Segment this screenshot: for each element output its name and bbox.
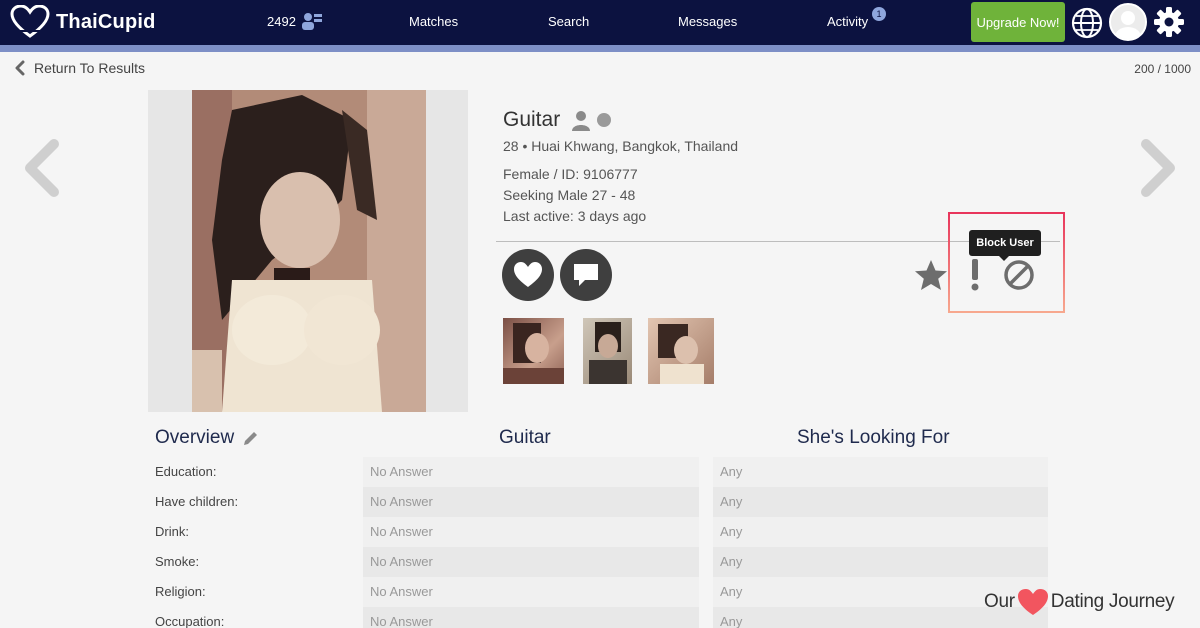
looking-for-title: She's Looking For [797, 427, 950, 448]
top-navbar: ThaiCupid 2492 Matches Search Messages A… [0, 0, 1200, 45]
brand-name: ThaiCupid [56, 10, 156, 33]
photo-thumbnail-1[interactable] [503, 318, 564, 384]
result-position: 200 / 1000 [1134, 62, 1191, 76]
status-dot-icon [597, 113, 612, 127]
watermark-left: Our [984, 591, 1015, 612]
activity-badge: 1 [872, 7, 886, 21]
like-button[interactable] [502, 249, 554, 301]
online-users-icon [301, 13, 322, 30]
overview-heading: Overview [155, 427, 260, 449]
watermark: Our Dating Journey [984, 588, 1175, 616]
table-row: Smoke: No Answer Any [148, 547, 1048, 577]
nav-search[interactable]: Search [548, 14, 589, 29]
photo-thumbnail-3[interactable] [648, 318, 714, 384]
row-value: No Answer [363, 517, 699, 547]
return-to-results-link[interactable]: Return To Results [14, 60, 145, 76]
profile-gender-id: Female / ID: 9106777 [503, 166, 638, 182]
row-value: No Answer [363, 607, 699, 628]
online-count: 2492 [267, 13, 296, 29]
gear-icon[interactable] [1152, 5, 1186, 39]
main-photo-frame [148, 90, 468, 412]
previous-profile-arrow[interactable] [20, 138, 64, 198]
main-profile-photo[interactable] [192, 90, 426, 412]
profile-seeking: Seeking Male 27 - 48 [503, 187, 636, 203]
table-row: Have children: No Answer Any [148, 487, 1048, 517]
overview-title: Overview [155, 427, 235, 448]
profile-location: 28 • Huai Khwang, Bangkok, Thailand [503, 138, 739, 154]
return-label: Return To Results [34, 60, 146, 76]
user-avatar[interactable] [1109, 3, 1147, 41]
chevron-left-icon [15, 60, 25, 76]
row-looking: Any [713, 517, 1048, 547]
row-label: Drink: [155, 524, 189, 539]
nav-activity[interactable]: Activity [827, 14, 868, 29]
pixelated-photo-art [192, 90, 426, 412]
watermark-right: Dating Journey [1050, 591, 1175, 612]
globe-icon[interactable] [1070, 6, 1104, 40]
online-counter[interactable]: 2492 [267, 10, 323, 32]
block-user-tooltip: Block User [969, 230, 1041, 261]
nav-matches[interactable]: Matches [409, 14, 458, 29]
heart-icon [514, 262, 542, 287]
profile-name: Guitar [503, 108, 561, 131]
chat-icon [574, 264, 598, 286]
thumbnail-art [658, 324, 704, 384]
upgrade-button[interactable]: Upgrade Now! [971, 2, 1065, 42]
row-label: Smoke: [155, 554, 200, 569]
table-row: Occupation: No Answer Any [148, 607, 1048, 628]
brand-logo[interactable]: ThaiCupid [10, 5, 156, 39]
next-profile-arrow[interactable] [1136, 138, 1180, 198]
photo-thumbnail-2[interactable] [583, 318, 632, 384]
row-label: Have children: [155, 494, 239, 509]
row-label: Religion: [155, 584, 206, 599]
nav-stripe [0, 45, 1200, 52]
row-looking: Any [713, 547, 1048, 577]
row-label: Occupation: [155, 614, 225, 628]
person-icon [572, 111, 591, 131]
thumbnail-art [503, 323, 564, 384]
row-value: No Answer [363, 457, 699, 487]
row-looking: Any [713, 457, 1048, 487]
profile-name-row: Guitar [503, 108, 613, 132]
row-looking: Any [713, 487, 1048, 517]
row-value: No Answer [363, 577, 699, 607]
thumbnail-art [589, 322, 627, 384]
row-label: Education: [155, 464, 217, 479]
heart-logo-icon [10, 5, 50, 38]
table-row: Drink: No Answer Any [148, 517, 1048, 547]
table-row: Religion: No Answer Any [148, 577, 1048, 607]
member-column-title: Guitar [499, 427, 551, 448]
highlight-box [948, 212, 1065, 313]
heart-logo-icon [1017, 589, 1048, 615]
pencil-icon[interactable] [242, 429, 260, 447]
message-button[interactable] [560, 249, 612, 301]
row-value: No Answer [363, 547, 699, 577]
star-icon[interactable] [914, 259, 948, 291]
row-value: No Answer [363, 487, 699, 517]
profile-last-active: Last active: 3 days ago [503, 208, 647, 224]
avatar-placeholder-icon [1115, 11, 1141, 39]
table-row: Education: No Answer Any [148, 457, 1048, 487]
nav-messages[interactable]: Messages [678, 14, 737, 29]
